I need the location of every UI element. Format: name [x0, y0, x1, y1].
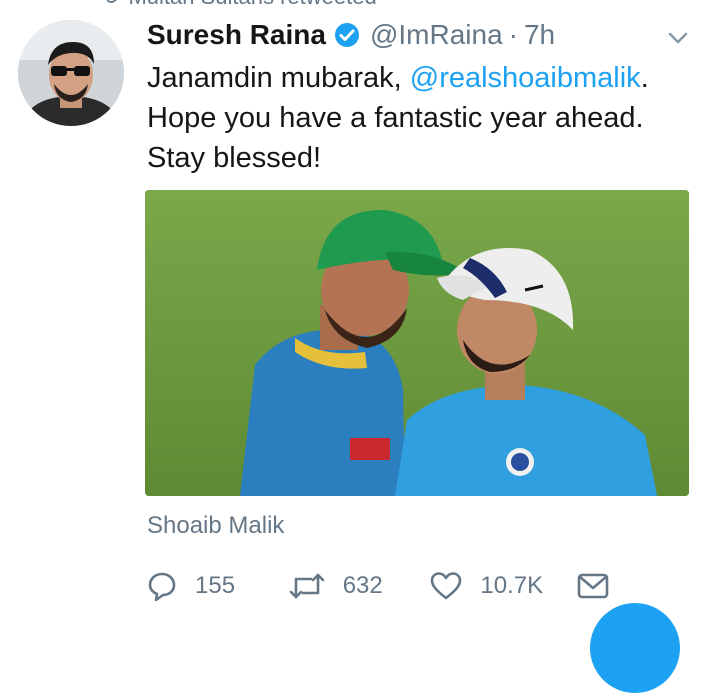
- tweet-text-suffix: .: [640, 62, 649, 94]
- avatar[interactable]: [18, 20, 124, 126]
- author-display-name[interactable]: Suresh Raina: [147, 19, 326, 51]
- chevron-down-icon[interactable]: [666, 26, 690, 50]
- heart-icon: [431, 572, 462, 600]
- tweet-text: Janamdin mubarak, @realshoaibmalik. Hope…: [147, 58, 687, 178]
- tweet-text-line-1: Janamdin mubarak, @realshoaibmalik.: [147, 58, 687, 98]
- author-handle[interactable]: @ImRaina: [370, 19, 503, 51]
- retweet-context-text: Multan Sultans retweeted: [128, 0, 376, 10]
- retweet-icon: ⟲: [100, 0, 118, 10]
- direct-message-button[interactable]: [577, 573, 627, 599]
- like-count: 10.7K: [480, 572, 544, 599]
- like-button[interactable]: 10.7K: [430, 571, 577, 601]
- reply-icon: [148, 572, 176, 601]
- tagged-user-name: Shoaib Malik: [147, 512, 285, 539]
- verified-badge-icon: [334, 23, 359, 47]
- retweet-button[interactable]: 632: [289, 571, 431, 601]
- separator-dot: ·: [508, 19, 518, 50]
- reply-button[interactable]: 155: [147, 571, 289, 601]
- tweet-actions: 155 632 10.7K: [147, 566, 627, 606]
- retweet-icon: [289, 573, 325, 599]
- mention-link[interactable]: @realshoaibmalik: [410, 62, 641, 94]
- tagged-user[interactable]: Shoaib Malik: [147, 512, 284, 540]
- tweet-timestamp[interactable]: 7h: [524, 19, 555, 51]
- photo-image: [145, 190, 689, 496]
- retweet-context[interactable]: ⟲ Multan Sultans retweeted: [100, 0, 377, 10]
- tweet-header: Suresh Raina @ImRaina · 7h: [147, 16, 555, 54]
- tweet-text-prefix: Janamdin mubarak,: [147, 62, 410, 94]
- compose-fab-button[interactable]: [590, 603, 680, 693]
- reply-count: 155: [195, 572, 236, 599]
- avatar-photo: [18, 20, 124, 126]
- envelope-icon: [577, 573, 609, 599]
- tweet-text-line-2: Hope you have a fantastic year ahead.: [147, 102, 644, 134]
- tweet-text-line-3: Stay blessed!: [147, 142, 322, 174]
- tweet-media-photo[interactable]: [145, 190, 689, 496]
- retweet-count: 632: [342, 572, 383, 599]
